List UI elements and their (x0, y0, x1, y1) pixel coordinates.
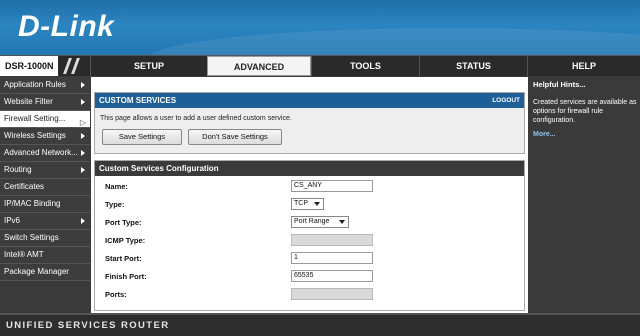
sidebar-item-ipv6[interactable]: IPv6 (0, 213, 90, 230)
start-port-row: Start Port: 1 (105, 252, 525, 266)
ports-field[interactable] (291, 288, 373, 300)
icmp-type-field[interactable] (291, 234, 373, 246)
ports-label: Ports: (105, 290, 127, 299)
tab-status[interactable]: STATUS (419, 56, 527, 76)
banner-swoosh (150, 28, 640, 55)
chevron-down-icon (313, 200, 322, 208)
tab-tools[interactable]: TOOLS (311, 56, 419, 76)
finish-port-field[interactable]: 65535 (291, 270, 373, 282)
name-field[interactable]: CS_ANY (291, 180, 373, 192)
type-row: Type: TCP (105, 198, 525, 212)
sidebar-item-website-filter[interactable]: Website Filter (0, 94, 90, 111)
type-select[interactable]: TCP (291, 198, 324, 210)
icmp-type-row: ICMP Type: (105, 234, 525, 248)
top-nav: DSR-1000N SETUP ADVANCED TOOLS STATUS HE… (0, 55, 640, 76)
router-admin-page: D-Link DSR-1000N SETUP ADVANCED TOOLS ST… (0, 0, 640, 336)
slash-decoration (58, 56, 90, 76)
dlink-logo: D-Link (18, 10, 115, 43)
start-port-field[interactable]: 1 (291, 252, 373, 264)
chevron-right-icon (81, 218, 85, 224)
name-row: Name: CS_ANY (105, 180, 525, 194)
sidebar-item-application-rules[interactable]: Application Rules (0, 77, 90, 94)
start-port-label: Start Port: (105, 254, 142, 263)
sidebar: Application Rules Website Filter Firewal… (0, 77, 90, 313)
main-content: CUSTOM SERVICES LOGOUT This page allows … (91, 77, 528, 313)
sidebar-item-routing[interactable]: Routing (0, 162, 90, 179)
tab-advanced[interactable]: ADVANCED (207, 56, 311, 76)
help-panel: Helpful Hints... Created services are av… (530, 77, 640, 313)
model-label: DSR-1000N (0, 56, 58, 76)
icmp-type-label: ICMP Type: (105, 236, 146, 245)
type-label: Type: (105, 200, 125, 209)
save-button[interactable]: Save Settings (102, 129, 182, 145)
chevron-right-icon (81, 99, 85, 105)
chevron-right-icon (81, 133, 85, 139)
tab-setup[interactable]: SETUP (90, 56, 207, 76)
sidebar-item-certificates[interactable]: Certificates (0, 179, 90, 196)
header-banner: D-Link (0, 0, 640, 55)
port-type-label: Port Type: (105, 218, 142, 227)
port-type-select[interactable]: Port Range (291, 216, 349, 228)
port-type-row: Port Type: Port Range (105, 216, 525, 230)
sidebar-item-intel-amt[interactable]: Intel® AMT (0, 247, 90, 264)
chevron-right-icon (81, 150, 85, 156)
sidebar-item-ip-mac-binding[interactable]: IP/MAC Binding (0, 196, 90, 213)
finish-port-label: Finish Port: (105, 272, 147, 281)
custom-services-header: CUSTOM SERVICES LOGOUT (95, 93, 524, 108)
sidebar-item-advanced-network[interactable]: Advanced Network... (0, 145, 90, 162)
dont-save-button[interactable]: Don't Save Settings (188, 129, 282, 145)
help-title: Helpful Hints... (533, 80, 586, 89)
panel-description: This page allows a user to add a user de… (100, 115, 292, 122)
chevron-down-icon (338, 218, 347, 226)
footer: UNIFIED SERVICES ROUTER (0, 313, 640, 336)
sidebar-item-switch-settings[interactable]: Switch Settings (0, 230, 90, 247)
configuration-panel: Custom Services Configuration Name: CS_A… (94, 160, 525, 311)
configuration-header: Custom Services Configuration (95, 161, 524, 176)
sidebar-item-firewall-settings[interactable]: Firewall Setting... ▷ (0, 111, 90, 128)
help-body: Created services are available as option… (533, 99, 637, 124)
custom-services-panel: CUSTOM SERVICES LOGOUT This page allows … (94, 92, 525, 154)
tab-help[interactable]: HELP (527, 56, 640, 76)
chevron-right-icon (81, 82, 85, 88)
chevron-right-icon (81, 167, 85, 173)
footer-text: UNIFIED SERVICES ROUTER (6, 320, 170, 331)
name-label: Name: (105, 182, 128, 191)
finish-port-row: Finish Port: 65535 (105, 270, 525, 284)
logout-link[interactable]: LOGOUT (492, 93, 520, 108)
sidebar-item-wireless-settings[interactable]: Wireless Settings (0, 128, 90, 145)
ports-row: Ports: (105, 288, 525, 302)
sidebar-item-package-manager[interactable]: Package Manager (0, 264, 90, 281)
more-link[interactable]: More... (533, 131, 637, 138)
panel-title: CUSTOM SERVICES (99, 96, 177, 105)
